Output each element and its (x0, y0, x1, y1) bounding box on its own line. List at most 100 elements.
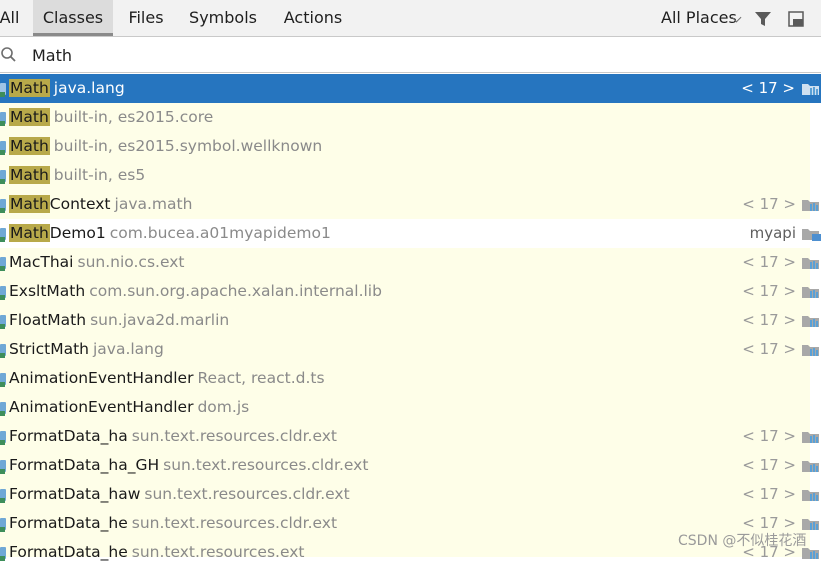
result-name: FormatData_he sun.text.resources.ext (9, 538, 304, 567)
result-location: com.bucea.a01myapidemo1 (109, 224, 331, 242)
result-name: Math java.lang (9, 74, 125, 103)
result-row[interactable]: FormatData_ha sun.text.resources.cldr.ext… (0, 422, 819, 451)
match-highlight: Math (9, 108, 50, 126)
module-folder-icon (802, 229, 821, 241)
tab-symbols[interactable]: Symbols (182, 0, 264, 36)
tab-all[interactable]: All (0, 0, 23, 36)
result-row[interactable]: ExsltMath com.sun.org.apache.xalan.intern… (0, 277, 819, 306)
class-type-icon (0, 344, 6, 358)
library-version: < 17 > (742, 427, 796, 445)
class-type-icon (0, 518, 6, 532)
library-jar-icon (802, 84, 819, 95)
class-type-icon (0, 489, 6, 503)
result-class-name: StrictMath (9, 340, 89, 358)
class-type-icon (0, 431, 6, 445)
result-name: ExsltMath com.sun.org.apache.xalan.intern… (9, 277, 382, 306)
match-highlight: Math (9, 224, 50, 242)
result-location: built-in, es2015.symbol.wellknown (53, 137, 323, 155)
class-type-icon (0, 315, 6, 329)
result-location: sun.text.resources.ext (131, 543, 305, 561)
result-class-name: MacThai (9, 253, 74, 271)
class-type-icon (0, 170, 6, 184)
result-class-name: FormatData_he (9, 543, 128, 561)
result-row[interactable]: AnimationEventHandler dom.js (0, 393, 810, 422)
match-highlight: Math (9, 137, 50, 155)
library-jar-icon (802, 287, 819, 298)
result-location: java.lang (92, 340, 164, 358)
result-row[interactable]: StrictMath java.lang < 17 > (0, 335, 819, 364)
result-name: AnimationEventHandler dom.js (9, 393, 249, 422)
result-location: built-in, es2015.core (53, 108, 214, 126)
tab-actions[interactable]: Actions (276, 0, 350, 36)
result-row[interactable]: MathDemo1 com.bucea.a01myapidemo1 myapi (0, 219, 821, 248)
result-row[interactable]: AnimationEventHandler React, react.d.ts (0, 364, 810, 393)
result-location: sun.nio.cs.ext (77, 253, 185, 271)
library-jar-icon (802, 461, 819, 472)
library-version: < 17 > (742, 340, 796, 358)
library-version: < 17 > (742, 311, 796, 329)
library-jar-icon (802, 519, 819, 530)
result-name: FormatData_ha sun.text.resources.cldr.ext (9, 422, 337, 451)
match-highlight: Math (9, 166, 50, 184)
module-name: myapi (749, 224, 796, 242)
library-version: < 17 > (742, 456, 796, 474)
class-type-icon (0, 141, 6, 155)
result-row[interactable]: MacThai sun.nio.cs.ext < 17 > (0, 248, 819, 277)
result-location: java.math (114, 195, 193, 213)
result-name: Math built-in, es5 (9, 161, 145, 190)
result-location: sun.text.resources.cldr.ext (163, 456, 369, 474)
search-everywhere-tab-bar: All Classes Files Symbols Actions All Pl… (0, 0, 821, 37)
result-row[interactable]: Math built-in, es5 (0, 161, 810, 190)
search-input[interactable] (24, 42, 812, 68)
result-location: java.lang (53, 79, 125, 97)
result-row[interactable]: FormatData_ha_GH sun.text.resources.cldr.… (0, 451, 819, 480)
result-name: FormatData_he sun.text.resources.cldr.ext (9, 509, 337, 538)
result-name: MathContext java.math (9, 190, 192, 219)
result-row[interactable]: Math built-in, es2015.core (0, 103, 810, 132)
library-jar-icon (802, 432, 819, 443)
result-row[interactable]: Math built-in, es2015.symbol.wellknown (0, 132, 810, 161)
library-jar-icon (802, 345, 819, 356)
library-version: < 17 > (742, 195, 796, 213)
library-version: < 17 > (742, 485, 796, 503)
tab-classes[interactable]: Classes (33, 0, 113, 36)
class-type-icon (0, 112, 6, 126)
class-type-icon (0, 257, 6, 271)
result-class-name: FormatData_ha (9, 427, 128, 445)
class-type-icon (0, 460, 6, 474)
result-name: StrictMath java.lang (9, 335, 164, 364)
watermark: CSDN @不似桂花酒 (678, 533, 807, 549)
library-jar-icon (802, 490, 819, 501)
filter-icon[interactable] (754, 10, 772, 28)
result-row[interactable]: FormatData_haw sun.text.resources.cldr.ex… (0, 480, 819, 509)
pin-window-icon[interactable] (788, 11, 804, 27)
result-class-name: Context (49, 195, 111, 213)
class-type-icon (0, 199, 6, 213)
result-name: Math built-in, es2015.symbol.wellknown (9, 132, 322, 161)
result-row[interactable]: MathContext java.math < 17 > (0, 190, 819, 219)
search-bar (0, 38, 821, 73)
class-type-icon (0, 373, 6, 387)
result-name: FormatData_haw sun.text.resources.cldr.ex… (9, 480, 350, 509)
class-type-icon (0, 228, 6, 242)
result-location: sun.text.resources.cldr.ext (144, 485, 350, 503)
result-name: AnimationEventHandler React, react.d.ts (9, 364, 325, 393)
class-type-icon (0, 402, 6, 416)
result-location: dom.js (197, 398, 250, 416)
result-row[interactable]: Math java.lang < 17 > (0, 74, 821, 103)
result-class-name: ExsltMath (9, 282, 86, 300)
result-location: sun.java2d.marlin (90, 311, 230, 329)
search-icon (1, 47, 16, 62)
result-name: MathDemo1 com.bucea.a01myapidemo1 (9, 219, 331, 248)
result-row[interactable]: FloatMath sun.java2d.marlin < 17 > (0, 306, 819, 335)
result-class-name: Demo1 (49, 224, 106, 242)
scope-dropdown[interactable]: All Places (661, 0, 737, 36)
library-version: < 17 > (742, 282, 796, 300)
result-location: React, react.d.ts (197, 369, 325, 387)
library-jar-icon (802, 200, 819, 211)
tab-files[interactable]: Files (118, 0, 174, 36)
result-class-name: FormatData_ha_GH (9, 456, 160, 474)
class-type-icon (0, 83, 6, 97)
class-type-icon (0, 547, 6, 561)
match-highlight: Math (9, 195, 50, 213)
